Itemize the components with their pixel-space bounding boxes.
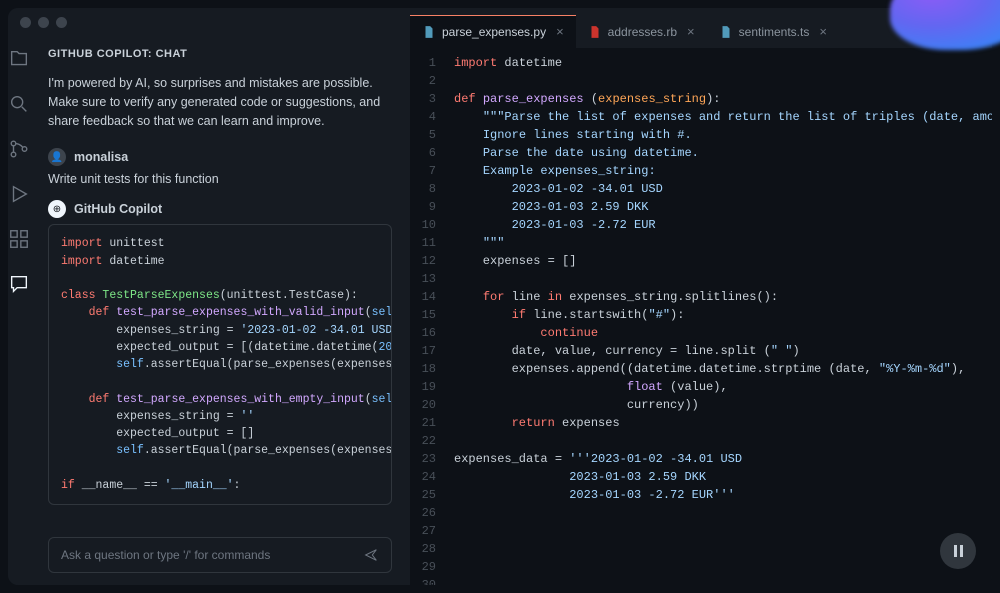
code-line[interactable]: Parse the date using datetime. [454,144,992,162]
line-number: 7 [410,162,436,180]
source-control-icon[interactable] [8,138,30,165]
line-number: 20 [410,396,436,414]
chat-input[interactable] [61,548,363,562]
line-number: 28 [410,540,436,558]
editor-area: parse_expenses.py×addresses.rb×sentiment… [410,8,992,585]
line-number: 4 [410,108,436,126]
titlebar [8,8,992,36]
line-number: 12 [410,252,436,270]
code-line[interactable] [454,540,992,558]
code-line[interactable]: expenses.append((datetime.datetime.strpt… [454,360,992,378]
code-line[interactable]: 2023-01-02 -34.01 USD [454,180,992,198]
code-line[interactable] [454,72,992,90]
line-number: 16 [410,324,436,342]
line-number: 19 [410,378,436,396]
assistant-message: ⊕ GitHub Copilot import unittest import … [48,200,392,505]
explorer-icon[interactable] [8,48,30,75]
line-number: 30 [410,576,436,585]
line-number: 21 [410,414,436,432]
code-line[interactable] [454,558,992,576]
copilot-avatar-icon: ⊕ [48,200,66,218]
code-line[interactable] [454,576,992,585]
code-line[interactable]: """ [454,234,992,252]
line-number: 14 [410,288,436,306]
line-number: 2 [410,72,436,90]
chat-input-row [48,537,392,573]
line-number: 13 [410,270,436,288]
pause-button[interactable] [940,533,976,569]
code-line[interactable]: return expenses [454,414,992,432]
code-line[interactable]: if line.startswith("#"): [454,306,992,324]
line-number: 23 [410,450,436,468]
code-lines[interactable]: import datetime def parse_expenses (expe… [454,54,992,585]
line-number: 22 [410,432,436,450]
code-line[interactable]: def parse_expenses (expenses_string): [454,90,992,108]
extensions-icon[interactable] [8,228,30,255]
line-number: 3 [410,90,436,108]
code-line[interactable]: 2023-01-03 -2.72 EUR [454,216,992,234]
code-line[interactable] [454,504,992,522]
window-close-dot[interactable] [20,17,31,28]
code-line[interactable]: continue [454,324,992,342]
code-line[interactable]: expenses = [] [454,252,992,270]
window-min-dot[interactable] [38,17,49,28]
line-number: 15 [410,306,436,324]
line-number: 11 [410,234,436,252]
code-line[interactable]: 2023-01-03 2.59 DKK [454,468,992,486]
code-line[interactable]: """Parse the list of expenses and return… [454,108,992,126]
chat-icon[interactable] [8,273,30,300]
line-number: 27 [410,522,436,540]
line-number: 25 [410,486,436,504]
window-max-dot[interactable] [56,17,67,28]
line-number: 17 [410,342,436,360]
line-number: 5 [410,126,436,144]
assistant-author: GitHub Copilot [74,202,162,216]
line-number: 1 [410,54,436,72]
chat-sidebar: GITHUB COPILOT: CHAT I'm powered by AI, … [30,8,410,585]
line-number: 8 [410,180,436,198]
line-number: 24 [410,468,436,486]
search-icon[interactable] [8,93,30,120]
ide-window: GITHUB COPILOT: CHAT I'm powered by AI, … [8,8,992,585]
code-line[interactable]: import datetime [454,54,992,72]
line-number: 26 [410,504,436,522]
code-line[interactable] [454,432,992,450]
line-number: 10 [410,216,436,234]
code-line[interactable]: currency)) [454,396,992,414]
code-line[interactable]: 2023-01-03 2.59 DKK [454,198,992,216]
user-message-body: Write unit tests for this function [48,172,392,186]
line-gutter: 1234567891011121314151617181920212223242… [410,54,454,585]
code-line[interactable]: date, value, currency = line.split (" ") [454,342,992,360]
suggestion-code-block[interactable]: import unittest import datetime class Te… [48,224,392,505]
activity-bar [8,8,30,585]
code-line[interactable]: expenses_data = '''2023-01-02 -34.01 USD [454,450,992,468]
send-icon[interactable] [363,547,379,563]
ai-disclaimer: I'm powered by AI, so surprises and mist… [48,74,392,130]
code-line[interactable] [454,270,992,288]
user-author: monalisa [74,150,128,164]
code-line[interactable]: float (value), [454,378,992,396]
line-number: 6 [410,144,436,162]
code-line[interactable]: Ignore lines starting with #. [454,126,992,144]
line-number: 29 [410,558,436,576]
line-number: 9 [410,198,436,216]
code-line[interactable]: for line in expenses_string.splitlines()… [454,288,992,306]
debug-icon[interactable] [8,183,30,210]
sidebar-title: GITHUB COPILOT: CHAT [48,48,392,60]
user-avatar: 👤 [48,148,66,166]
code-line[interactable] [454,522,992,540]
code-line[interactable]: 2023-01-03 -2.72 EUR''' [454,486,992,504]
code-line[interactable]: Example expenses_string: [454,162,992,180]
line-number: 18 [410,360,436,378]
code-area[interactable]: 1234567891011121314151617181920212223242… [410,48,992,585]
user-message: 👤 monalisa Write unit tests for this fun… [48,148,392,186]
